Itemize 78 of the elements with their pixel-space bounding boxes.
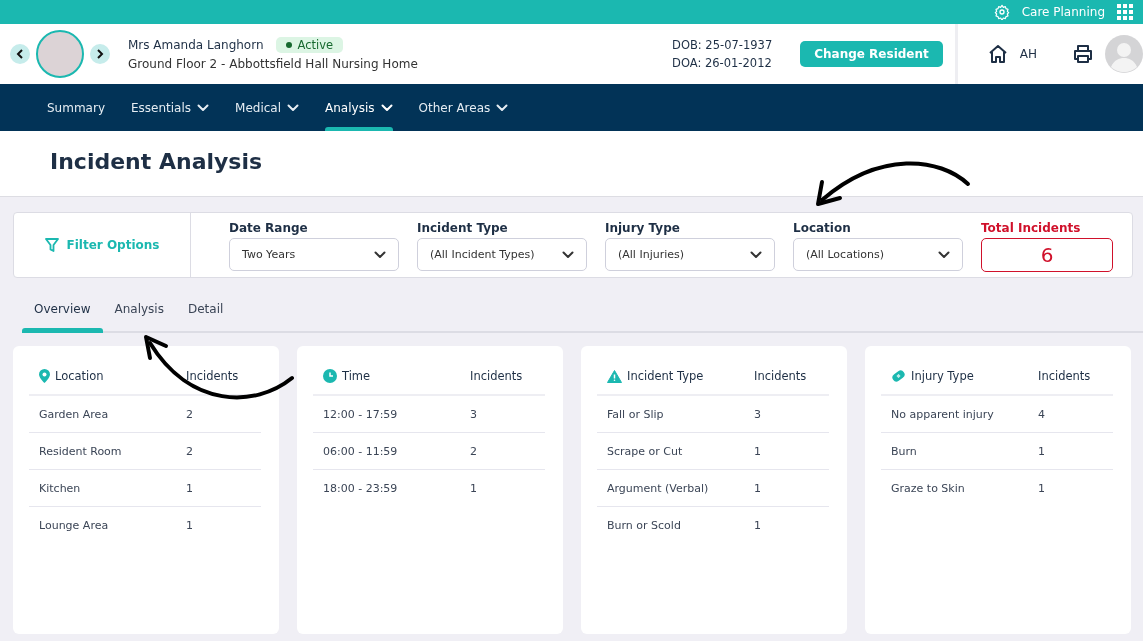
- table-cell-text: 18:00 - 23:59: [323, 481, 399, 495]
- chevron-down-icon: [750, 250, 762, 259]
- clock-icon: [323, 369, 337, 383]
- nav-menu-item[interactable]: Summary: [36, 84, 116, 131]
- table-cell-text: Burn or Scold: [607, 518, 682, 532]
- chevron-down-icon: [562, 250, 574, 259]
- column-header: Incidents: [186, 369, 240, 383]
- column-header: Incidents: [754, 369, 808, 383]
- tab[interactable]: Overview: [22, 296, 103, 331]
- chevron-left-icon: [16, 49, 24, 59]
- bandage-icon: [891, 369, 906, 383]
- column-header: Incident Type: [627, 369, 704, 383]
- print-icon[interactable]: [1073, 45, 1093, 63]
- table-cell-text: 1: [186, 518, 194, 532]
- page-title: Incident Analysis: [49, 148, 264, 174]
- table-cell-text: 3: [470, 407, 478, 421]
- table-cell-text: Argument (Verbal): [607, 481, 710, 495]
- nav-menu-item[interactable]: Essentials: [120, 84, 221, 131]
- chevron-right-icon: [96, 49, 104, 59]
- table-cell-text: 1: [754, 481, 762, 495]
- warning-icon: [607, 369, 622, 383]
- resident-location: Ground Floor 2 - Abbottsfield Hall Nursing Home: [128, 57, 418, 71]
- filter-dropdown[interactable]: Two Years: [229, 238, 399, 271]
- table-cell-text: 1: [186, 481, 194, 495]
- status-badge: Active: [275, 37, 344, 53]
- table-cell-text: 1: [754, 518, 762, 532]
- resident-name: Mrs Amanda Langhorn: [128, 38, 264, 52]
- table-cell-text: 2: [186, 407, 194, 421]
- chevron-down-icon: [374, 250, 386, 259]
- date-of-admission: DOA: 26-01-2012: [672, 56, 773, 70]
- tab[interactable]: Analysis: [102, 296, 176, 331]
- table-cell-text: Resident Room: [39, 444, 123, 458]
- table-cell-text: 1: [1038, 481, 1046, 495]
- filter-icon: [44, 237, 59, 253]
- column-header: Location: [55, 369, 104, 383]
- chevron-down-icon: [938, 250, 950, 259]
- table-cell-text: Fall or Slip: [607, 407, 665, 421]
- location-pin-icon: [39, 369, 50, 383]
- table-cell-text: 1: [470, 481, 478, 495]
- column-header: Injury Type: [911, 369, 974, 383]
- nav-menu-item[interactable]: Other Areas: [407, 84, 520, 131]
- table-cell-text: Scrape or Cut: [607, 444, 684, 458]
- total-incidents-value: 6: [981, 238, 1113, 272]
- table-cell-text: 12:00 - 17:59: [323, 407, 399, 421]
- filter-label: Date Range: [229, 221, 309, 235]
- table-cell-text: 2: [186, 444, 194, 458]
- filter-label: Location: [793, 221, 852, 235]
- filter-dropdown[interactable]: (All Locations): [793, 238, 963, 271]
- column-header: Incidents: [470, 369, 524, 383]
- filter-label: Incident Type: [417, 221, 509, 235]
- filter-label: Injury Type: [605, 221, 681, 235]
- nav-menu-item[interactable]: Medical: [224, 84, 311, 131]
- tab[interactable]: Detail: [175, 296, 236, 331]
- column-header: Incidents: [1038, 369, 1092, 383]
- column-header: Time: [342, 369, 371, 383]
- table-cell-text: 2: [470, 444, 478, 458]
- table-cell-text: No apparent injury: [891, 407, 995, 421]
- table-cell-text: Kitchen: [39, 481, 82, 495]
- table-cell-text: Lounge Area: [39, 518, 110, 532]
- table-cell-text: 1: [754, 444, 762, 458]
- filter-options-label: Filter Options: [66, 238, 160, 252]
- filter-dropdown[interactable]: (All Incident Types): [417, 238, 587, 271]
- user-initials: AH: [1019, 47, 1037, 61]
- photo-placeholder: [36, 30, 84, 78]
- filter-dropdown[interactable]: (All Injuries): [605, 238, 775, 271]
- table-cell-text: Burn: [891, 444, 918, 458]
- date-of-birth: DOB: 25-07-1937: [672, 38, 773, 52]
- total-incidents-label: Total Incidents: [981, 221, 1082, 235]
- table-cell-text: 3: [754, 407, 762, 421]
- previous-button[interactable]: [10, 44, 30, 64]
- nav-menu-item[interactable]: Analysis: [314, 84, 404, 131]
- table-cell-text: Graze to Skin: [891, 481, 966, 495]
- next-button[interactable]: [90, 44, 110, 64]
- table-cell-text: 1: [1038, 444, 1046, 458]
- table-cell-text: 4: [1038, 407, 1046, 421]
- home-icon[interactable]: [987, 45, 1008, 63]
- table-cell-text: 06:00 - 11:59: [323, 444, 399, 458]
- table-cell-text: Garden Area: [39, 407, 110, 421]
